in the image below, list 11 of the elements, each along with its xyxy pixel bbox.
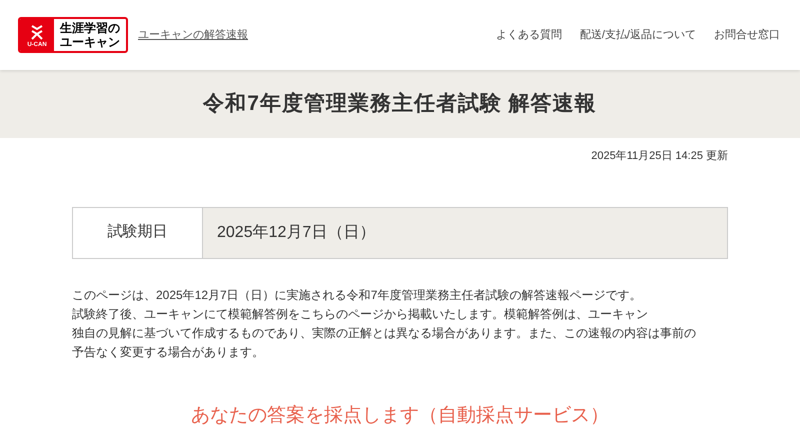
- logo-text: ユーキャン: [60, 35, 120, 49]
- section-heading: あなたの答案を採点します（自動採点サービス）: [190, 404, 610, 428]
- logo-text: 生涯学習の: [60, 21, 120, 35]
- nav-link[interactable]: よくある質問: [496, 26, 562, 44]
- intro-paragraph: このページは、2025年12月7日（日）に実施される令和7年度管理業務主任者試験の解答速報ページです。 試験終了後、ユーキャンにて模範解答例をこちらのページから掲載いたします。模範解答例は、ユーキャン 独自の見解に基づいて作成するものであり、実際の正解とは異なる場合があります。また、この速報の内容は事前の 予告なく変更する場合があります。: [72, 286, 697, 360]
- updated-date: 2025年11月25日 14:25 更新: [591, 148, 728, 164]
- nav-link[interactable]: 配送/支払/返品について: [580, 26, 696, 44]
- nav-link[interactable]: お問合せ窓口: [714, 26, 780, 44]
- site-link[interactable]: ユーキャンの解答速報: [138, 26, 248, 44]
- page-title: 令和7年度管理業務主任者試験 解答速報: [203, 90, 597, 118]
- table-cell: 2025年12月7日（日）: [203, 208, 727, 258]
